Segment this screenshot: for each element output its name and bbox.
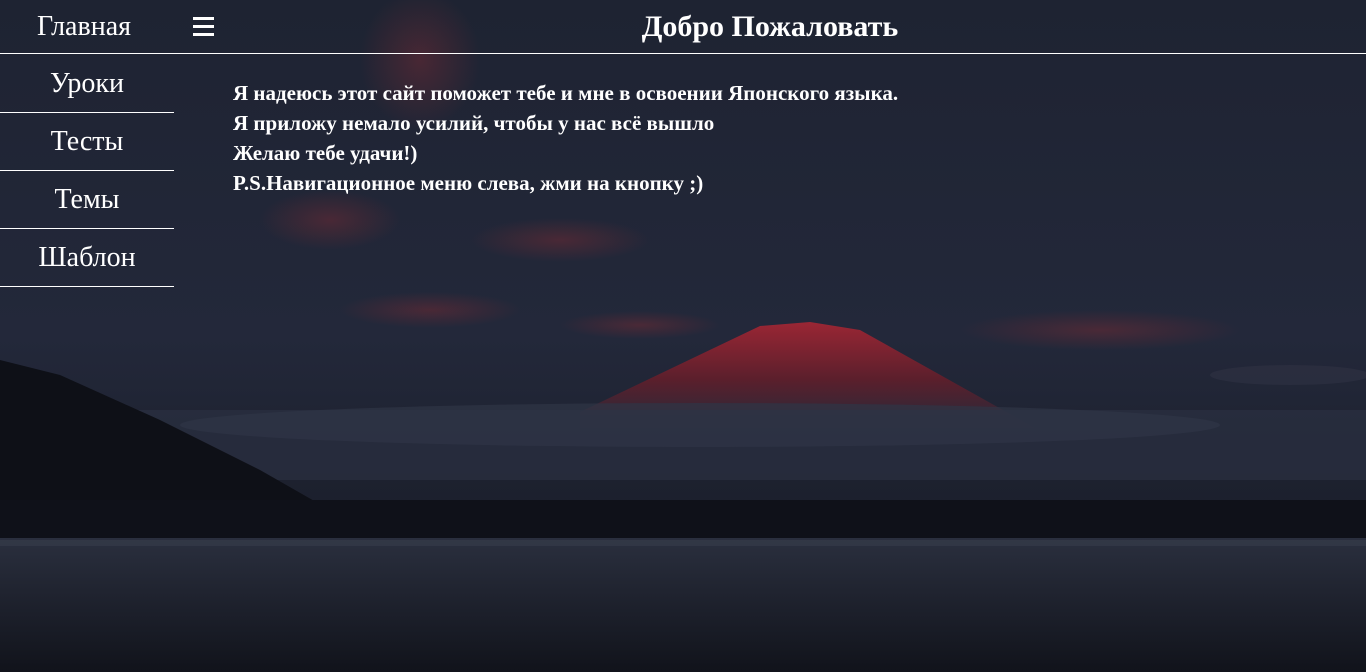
header-divider	[0, 53, 1366, 54]
welcome-message: Я надеюсь этот сайт поможет тебе и мне в…	[233, 78, 1133, 198]
welcome-line: P.S.Навигационное меню слева, жми на кно…	[233, 171, 704, 195]
page-title: Добро Пожаловать	[641, 10, 899, 43]
sidebar-item-topics[interactable]: Темы	[0, 171, 174, 229]
welcome-line: Я надеюсь этот сайт поможет тебе и мне в…	[233, 81, 899, 105]
sidebar-item-tests[interactable]: Тесты	[0, 113, 174, 171]
sidebar-item-lessons[interactable]: Уроки	[0, 55, 174, 113]
top-bar: Главная Добро Пожаловать	[0, 0, 1366, 54]
welcome-line: Желаю тебе удачи!)	[233, 141, 418, 165]
nav-home-link[interactable]: Главная	[0, 0, 168, 54]
sidebar-item-template[interactable]: Шаблон	[0, 229, 174, 287]
hamburger-menu-icon[interactable]	[190, 8, 218, 44]
sidebar-nav: Уроки Тесты Темы Шаблон	[0, 55, 174, 287]
welcome-line: Я приложу немало усилий, чтобы у нас всё…	[233, 111, 715, 135]
